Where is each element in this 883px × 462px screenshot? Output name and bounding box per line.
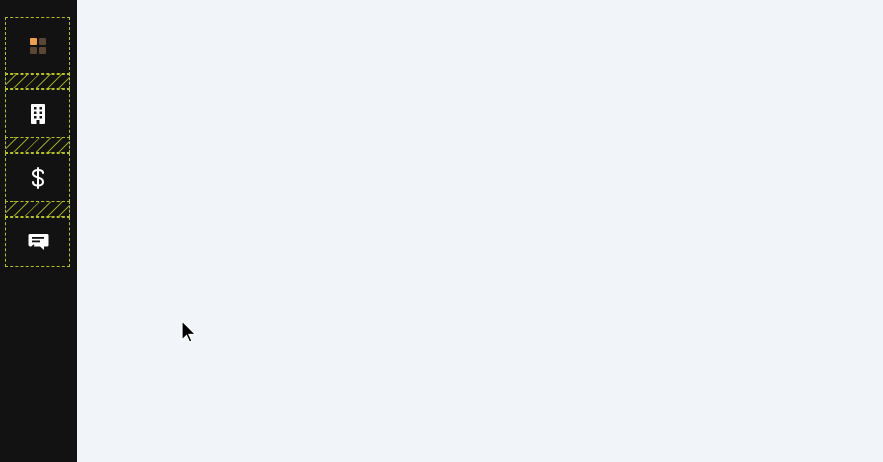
building-icon [30,103,46,124]
sidebar-divider [5,137,70,153]
chat-icon [26,233,49,251]
sidebar-item-dashboard[interactable] [5,17,70,75]
sidebar-nav [0,0,77,462]
app-window [0,0,883,462]
sidebar-divider [5,73,70,89]
sidebar-divider [5,201,70,217]
dashboard-grid-icon [29,37,47,55]
sidebar-item-support[interactable] [5,217,70,267]
main-content-area[interactable] [77,0,883,462]
mouse-cursor-icon [181,319,199,349]
dollar-icon [31,166,45,189]
sidebar-item-finance[interactable] [5,153,70,202]
sidebar-item-buildings[interactable] [5,89,70,138]
